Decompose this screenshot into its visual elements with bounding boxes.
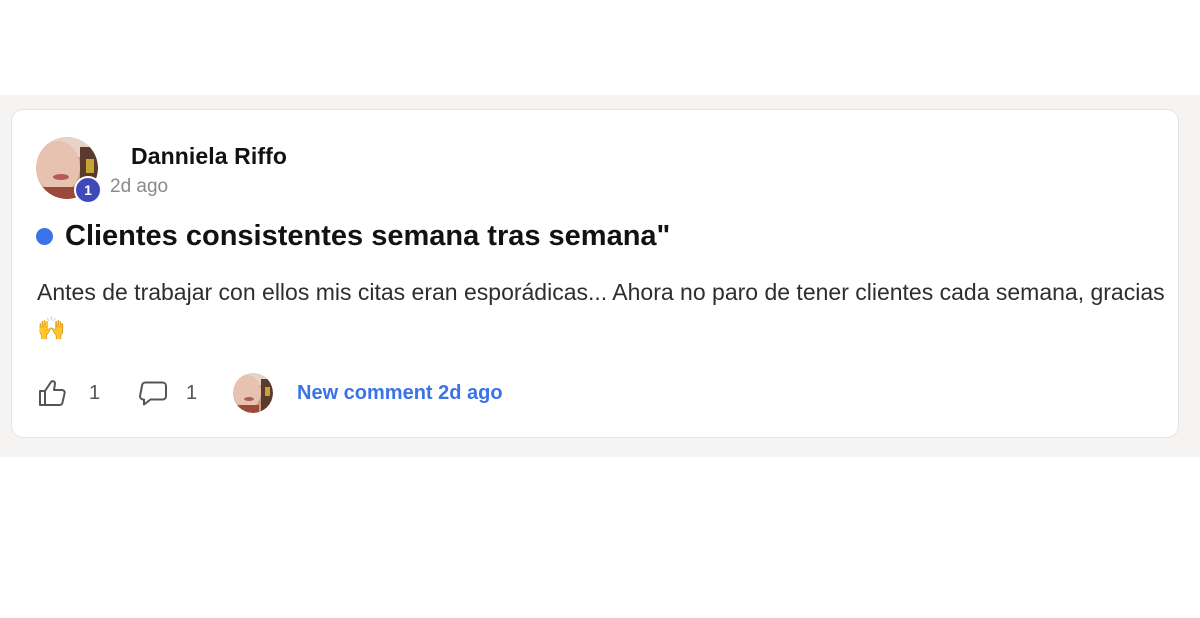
author-name[interactable]: Danniela Riffo <box>131 143 287 170</box>
level-badge: 1 <box>74 176 102 204</box>
author-avatar-group[interactable]: 1 <box>36 137 102 204</box>
post-body-text: Antes de trabajar con ellos mis citas er… <box>37 279 1165 305</box>
like-count: 1 <box>89 382 101 404</box>
unread-dot-icon <box>36 228 53 245</box>
post-body: Antes de trabajar con ellos mis citas er… <box>37 274 1167 347</box>
post-title[interactable]: Clientes consistentes semana tras semana… <box>65 220 670 253</box>
raising-hands-emoji: 🙌 <box>37 316 66 342</box>
post-timestamp: 2d ago <box>110 176 169 197</box>
commenter-avatar[interactable] <box>233 373 273 413</box>
post-footer: 1 1 New comment 2d ago <box>36 372 636 416</box>
post-title-row[interactable]: Clientes consistentes semana tras semana… <box>36 220 670 253</box>
post-card[interactable]: 1 Danniela Riffo 2d ago Clientes consist… <box>11 109 1179 438</box>
thumbs-up-icon[interactable] <box>36 377 68 409</box>
speech-bubble-icon[interactable] <box>138 378 170 410</box>
new-comment-link[interactable]: New comment 2d ago <box>297 382 503 405</box>
comment-count: 1 <box>186 382 198 404</box>
